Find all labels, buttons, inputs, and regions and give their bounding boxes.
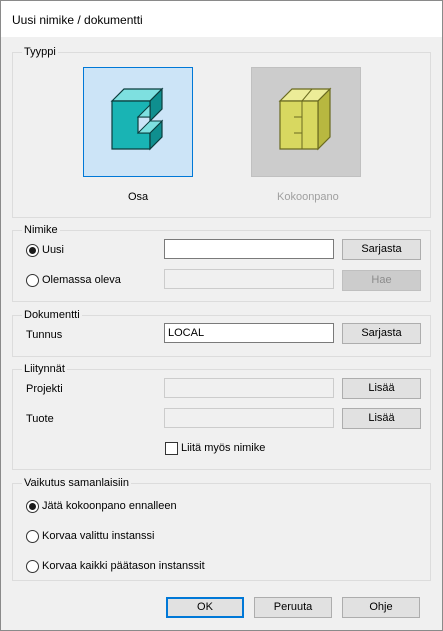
projekti-lisaa-button[interactable]: Lisää: [342, 378, 421, 399]
radio-jata-ennalleen-label[interactable]: Jätä kokoonpano ennalleen: [42, 500, 177, 513]
tunnus-label: Tunnus: [26, 329, 63, 341]
nimike-olemassa-input[interactable]: [164, 269, 334, 289]
part-icon: [110, 87, 164, 151]
radio-olemassa-oleva[interactable]: [26, 274, 39, 287]
type-option-osa[interactable]: [83, 67, 193, 177]
hae-button[interactable]: Hae: [342, 270, 421, 291]
tuote-lisaa-button[interactable]: Lisää: [342, 408, 421, 429]
radio-korvaa-kaikki-label[interactable]: Korvaa kaikki päätason instanssit: [42, 560, 205, 573]
projekti-input[interactable]: [164, 378, 334, 398]
group-tyyppi: Tyyppi Osa Kokoonpano: [12, 46, 431, 218]
tyyppi-legend: Tyyppi: [22, 46, 58, 59]
vaikutus-legend: Vaikutus samanlaisiin: [22, 477, 131, 490]
projekti-label: Projekti: [26, 383, 63, 395]
liita-nimike-label[interactable]: Liitä myös nimike: [181, 442, 265, 455]
liitynnat-legend: Liitynnät: [22, 363, 67, 376]
group-vaikutus: Vaikutus samanlaisiin Jätä kokoonpano en…: [12, 477, 431, 581]
group-dokumentti: Dokumentti Tunnus LOCAL Sarjasta: [12, 309, 431, 357]
group-nimike: Nimike Uusi Sarjasta Olemassa oleva Hae: [12, 224, 431, 302]
radio-olemassa-oleva-label[interactable]: Olemassa oleva: [42, 274, 121, 287]
radio-korvaa-kaikki[interactable]: [26, 560, 39, 573]
type-label-osa: Osa: [128, 191, 149, 203]
tuote-input[interactable]: [164, 408, 334, 428]
type-option-kokoonpano[interactable]: [251, 67, 361, 177]
nimike-legend: Nimike: [22, 224, 60, 237]
tunnus-input[interactable]: LOCAL: [164, 323, 334, 343]
nimike-sarjasta-button[interactable]: Sarjasta: [342, 239, 421, 260]
assembly-icon: [278, 87, 332, 151]
type-label-kokoonpano: Kokoonpano: [277, 191, 339, 203]
radio-korvaa-valittu-label[interactable]: Korvaa valittu instanssi: [42, 530, 155, 543]
title-bar: Uusi nimike / dokumentti: [1, 1, 442, 37]
radio-uusi[interactable]: [26, 244, 39, 257]
radio-jata-ennalleen[interactable]: [26, 500, 39, 513]
ok-button[interactable]: OK: [166, 597, 244, 618]
group-liitynnat: Liitynnät Projekti Lisää Tuote Lisää Lii…: [12, 363, 431, 470]
dokumentti-sarjasta-button[interactable]: Sarjasta: [342, 323, 421, 344]
radio-uusi-label[interactable]: Uusi: [42, 244, 64, 257]
tuote-label: Tuote: [26, 413, 54, 425]
ohje-button[interactable]: Ohje: [342, 597, 420, 618]
nimike-uusi-input[interactable]: [164, 239, 334, 259]
window-title: Uusi nimike / dokumentti: [12, 13, 143, 27]
dialog-window: Uusi nimike / dokumentti Tyyppi Osa Koko…: [0, 0, 443, 631]
peruuta-button[interactable]: Peruuta: [254, 597, 332, 618]
liita-nimike-checkbox[interactable]: [165, 442, 178, 455]
dokumentti-legend: Dokumentti: [22, 309, 82, 322]
radio-korvaa-valittu[interactable]: [26, 530, 39, 543]
